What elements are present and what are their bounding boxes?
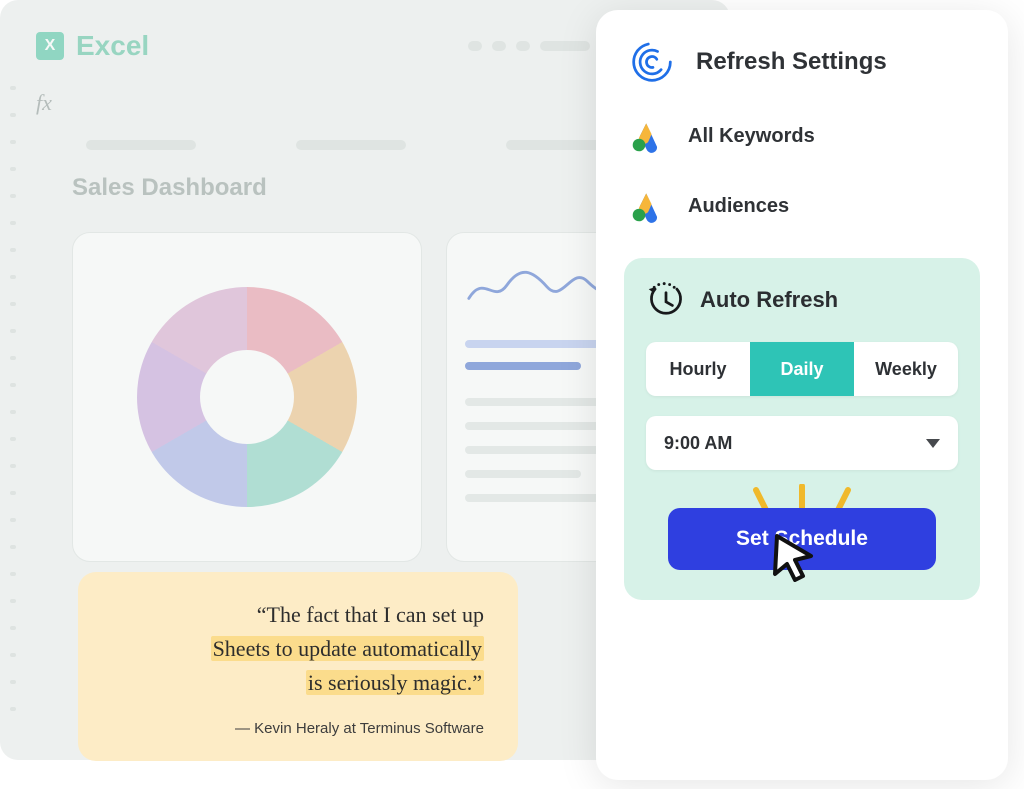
testimonial-text: “The fact that I can set up Sheets to up… bbox=[112, 598, 484, 700]
google-ads-icon bbox=[630, 118, 666, 154]
time-select[interactable]: 9:00 AM bbox=[646, 416, 958, 470]
quote-line-2-highlight: Sheets to update automatically bbox=[211, 636, 484, 661]
coefficient-spiral-icon bbox=[630, 40, 674, 84]
donut-chart bbox=[137, 287, 357, 507]
testimonial-attribution: — Kevin Heraly at Terminus Software bbox=[112, 720, 484, 737]
quote-line-1: “The fact that I can set up bbox=[257, 602, 484, 627]
source-item-audiences[interactable]: Audiences bbox=[624, 188, 980, 224]
excel-logo-icon: X bbox=[36, 32, 64, 60]
panel-title: Refresh Settings bbox=[696, 48, 887, 76]
set-schedule-button[interactable]: Set Schedule bbox=[668, 508, 936, 570]
auto-refresh-clock-icon bbox=[646, 280, 686, 320]
app-name: Excel bbox=[76, 30, 149, 62]
source-item-keywords[interactable]: All Keywords bbox=[624, 118, 980, 154]
fx-label: fx bbox=[36, 90, 52, 116]
donut-chart-card bbox=[72, 232, 422, 562]
segment-weekly[interactable]: Weekly bbox=[854, 342, 958, 396]
auto-refresh-card: Auto Refresh Hourly Daily Weekly 9:00 AM… bbox=[624, 258, 980, 600]
source-item-label: Audiences bbox=[688, 195, 789, 218]
frequency-segmented-control: Hourly Daily Weekly bbox=[646, 342, 958, 396]
google-ads-icon bbox=[630, 188, 666, 224]
time-value: 9:00 AM bbox=[664, 433, 732, 454]
auto-refresh-title: Auto Refresh bbox=[700, 287, 838, 313]
segment-hourly[interactable]: Hourly bbox=[646, 342, 750, 396]
testimonial-card: “The fact that I can set up Sheets to up… bbox=[78, 572, 518, 761]
segment-daily[interactable]: Daily bbox=[750, 342, 854, 396]
quote-line-3-highlight: is seriously magic.” bbox=[306, 670, 484, 695]
source-item-label: All Keywords bbox=[688, 125, 815, 148]
refresh-settings-panel: Refresh Settings All Keywords Audiences bbox=[596, 10, 1008, 780]
row-gutter bbox=[10, 86, 16, 711]
chevron-down-icon bbox=[926, 439, 940, 448]
